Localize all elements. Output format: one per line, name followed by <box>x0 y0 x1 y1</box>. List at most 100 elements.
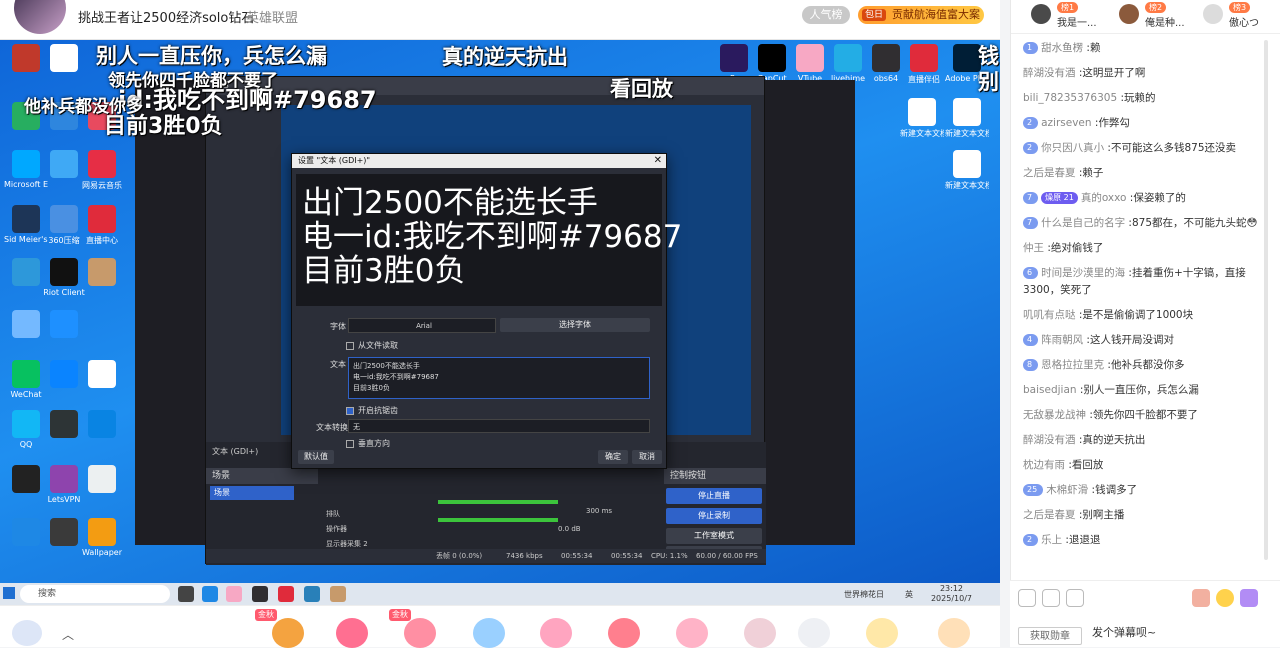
gift-badge: 金秋 <box>255 609 277 621</box>
chat-username[interactable]: bili_78235376305 <box>1023 92 1117 104</box>
chat-username[interactable]: 木棉虾滑 <box>1046 484 1088 496</box>
chat-message: 枕边有雨 :看回放 <box>1023 459 1104 471</box>
source-row[interactable]: 操作器 <box>326 522 347 536</box>
contribution-rank-button[interactable]: 包日 贡献航海值富大案 <box>858 6 984 24</box>
taskbar-weather[interactable]: 世界棉花日 <box>844 589 884 600</box>
chat-input[interactable]: 发个弹幕呗~ <box>1086 621 1256 645</box>
gift-item[interactable] <box>404 618 436 648</box>
gift-item[interactable] <box>938 618 970 648</box>
taskview-icon[interactable] <box>178 586 194 602</box>
gift-bar: ︿ 金秋 金秋 <box>0 605 1000 648</box>
chat-username[interactable]: 甜水鱼楞 <box>1041 42 1083 54</box>
vertical-checkbox[interactable]: 垂直方向 <box>346 438 390 449</box>
chat-message: 6 时间是沙漠里的海 :挂着重伤+十字镐，直接3300，笑死了 <box>1023 267 1246 296</box>
civilization-icon <box>12 205 40 233</box>
chat-text: 这明显开了啊 <box>1082 67 1146 79</box>
input-language[interactable]: 英 <box>905 589 913 600</box>
chat-username[interactable]: 仲王 <box>1023 242 1044 254</box>
rank-slot[interactable]: 榜2 俺是种... <box>1105 2 1190 32</box>
gift-item[interactable] <box>336 618 368 648</box>
chat-list[interactable]: 1 甜水鱼楞 :赖 醉湖没有酒 :这明显开了啊 bili_78235376305 … <box>1011 36 1273 576</box>
rank-badge: 榜1 <box>1057 2 1079 13</box>
gift-box-icon[interactable] <box>1018 589 1036 607</box>
chat-username[interactable]: 枕边有雨 <box>1023 459 1065 471</box>
chat-username[interactable]: azirseven <box>1041 117 1091 129</box>
obs-taskbar-icon[interactable] <box>252 586 268 602</box>
chat-username[interactable]: 无敌暴龙战神 <box>1023 409 1086 421</box>
live-taskbar-icon[interactable] <box>278 586 294 602</box>
stream-category-link[interactable]: 英雄联盟 <box>246 7 298 26</box>
from-file-checkbox[interactable]: 从文件读取 <box>346 340 398 351</box>
rank-slot[interactable]: 榜1 我是一... <box>1017 2 1102 32</box>
choose-font-button[interactable]: 选择字体 <box>500 318 650 332</box>
chat-username[interactable]: 乐上 <box>1041 534 1062 546</box>
thumbs-up-icon[interactable] <box>1192 589 1210 607</box>
card-icon[interactable] <box>1066 589 1084 607</box>
level-badge: 8 <box>1023 359 1039 371</box>
source-row[interactable]: 排队 <box>326 507 340 521</box>
chat-username[interactable]: 醉湖没有酒 <box>1023 67 1076 79</box>
text-line: 目前3胜0负 <box>353 384 390 392</box>
chat-username[interactable]: 恩格拉拉里克 <box>1041 359 1104 371</box>
streamer-avatar[interactable] <box>14 0 66 34</box>
chat-text: 退退退 <box>1068 534 1101 546</box>
gift-item[interactable] <box>272 618 304 648</box>
stop-streaming-button[interactable]: 停止直播 <box>666 488 762 504</box>
defaults-button[interactable]: 默认值 <box>298 450 334 464</box>
app-taskbar-icon[interactable] <box>304 586 320 602</box>
battery-gift-icon[interactable] <box>866 618 898 648</box>
gift-item[interactable] <box>676 618 708 648</box>
doc-icon[interactable] <box>12 620 42 646</box>
chat-username[interactable]: 叽叽有点哒 <box>1023 309 1076 321</box>
transition-duration[interactable]: 300 ms <box>586 507 612 515</box>
chat-username[interactable]: baisedjian <box>1023 384 1077 396</box>
app-icon <box>88 360 116 388</box>
lol-taskbar-icon[interactable] <box>330 586 346 602</box>
get-medal-button[interactable]: 获取勋章 <box>1018 627 1082 645</box>
chat-scrollbar[interactable] <box>1264 40 1268 560</box>
stop-recording-button[interactable]: 停止录制 <box>666 508 762 524</box>
emoji-icon[interactable] <box>1216 589 1234 607</box>
close-icon[interactable]: ✕ <box>654 154 662 168</box>
ok-button[interactable]: 确定 <box>598 450 628 464</box>
chat-username[interactable]: 真的oxxo <box>1081 192 1127 204</box>
gift-item[interactable] <box>473 618 505 648</box>
rank-slot[interactable]: 榜3 傲心つ <box>1189 2 1274 32</box>
edge-taskbar-icon[interactable] <box>202 586 218 602</box>
chat-message: 7 燥原 21 真的oxxo :保姿赖了的 <box>1011 186 1273 211</box>
chevron-up-icon[interactable]: ︿ <box>62 626 74 643</box>
chat-username[interactable]: 之后是春夏 <box>1023 167 1076 179</box>
video-player[interactable]: Microsoft Edge 网易云音乐 Sid Meier's Civiliz… <box>0 40 1000 605</box>
gift-item[interactable] <box>540 618 572 648</box>
studio-mode-button[interactable]: 工作室模式 <box>666 528 762 544</box>
popularity-rank-button[interactable]: 人气榜 <box>802 6 850 24</box>
antialias-checkbox[interactable]: 开启抗锯齿 <box>346 405 398 416</box>
chevron-up-icon[interactable] <box>798 618 830 648</box>
chat-username[interactable]: 之后是春夏 <box>1023 509 1076 521</box>
chat-text: 赖 <box>1089 42 1101 54</box>
chat-username[interactable]: 时间是沙漠里的海 <box>1041 267 1125 279</box>
audio-meter <box>438 500 558 504</box>
settings-icon[interactable] <box>1042 589 1060 607</box>
gift-item[interactable] <box>608 618 640 648</box>
vtube-taskbar-icon[interactable] <box>226 586 242 602</box>
transform-select[interactable]: 无 <box>348 419 650 433</box>
rank-badge: 榜3 <box>1229 2 1251 13</box>
windows-start-icon[interactable] <box>3 587 15 599</box>
chat-text: 赖子 <box>1082 167 1104 179</box>
chat-username[interactable]: 你只因八真小 <box>1041 142 1104 154</box>
text-properties-dialog[interactable]: 设置 "文本 (GDI+)" ✕ 出门2500不能选长手 电一id:我吃不到啊#… <box>291 153 682 469</box>
chat-username[interactable]: 阵雨朝风 <box>1041 334 1083 346</box>
danmu-style-icon[interactable] <box>1240 589 1258 607</box>
chat-username[interactable]: 醉湖没有酒 <box>1023 434 1076 446</box>
text-input[interactable]: 出门2500不能选长手 电一id:我吃不到啊#79687 目前3胜0负 <box>348 357 650 399</box>
cancel-button[interactable]: 取消 <box>632 450 662 464</box>
scene-item[interactable]: 场景 <box>210 486 294 500</box>
taskbar-clock[interactable]: 23:12 2025/10/7 <box>931 584 972 604</box>
taskbar-search[interactable]: 搜索 <box>20 585 170 603</box>
gift-item[interactable] <box>744 618 776 648</box>
chat-username[interactable]: 什么是自己的名字 <box>1041 217 1125 229</box>
danmu-comment: 真的逆天抗出 <box>442 45 568 69</box>
chat-text: 875都在，不可能九头蛇😳 <box>1131 217 1258 229</box>
live-time: 00:55:34 <box>561 552 593 560</box>
